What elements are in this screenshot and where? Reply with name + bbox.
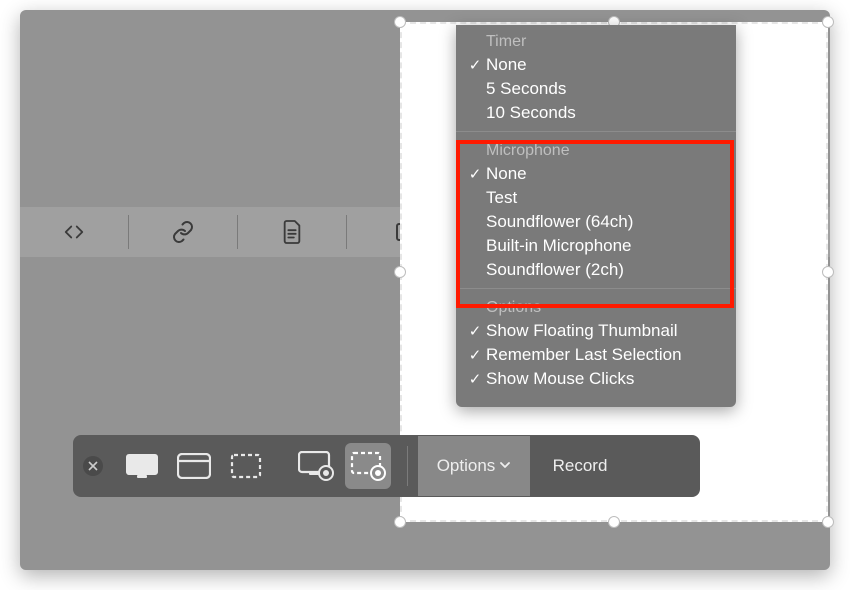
code-icon — [63, 221, 85, 243]
menu-section: Microphone✓NoneTestSoundflower (64ch)Bui… — [456, 131, 736, 288]
resize-handle[interactable] — [822, 16, 834, 28]
menu-item-label: Test — [484, 188, 517, 208]
menu-item[interactable]: Soundflower (2ch) — [456, 258, 736, 282]
options-label: Options — [437, 456, 496, 476]
menu-item[interactable]: ✓None — [456, 162, 736, 186]
record-selection-button[interactable] — [345, 443, 391, 489]
menu-item-label: Built-in Microphone — [484, 236, 632, 256]
resize-handle[interactable] — [394, 516, 406, 528]
checkmark-icon: ✓ — [466, 56, 484, 74]
menu-item-label: Soundflower (64ch) — [484, 212, 633, 232]
menu-item[interactable]: ✓Show Mouse Clicks — [456, 367, 736, 391]
resize-handle[interactable] — [394, 266, 406, 278]
checkmark-icon: ✓ — [466, 165, 484, 183]
checkmark-icon: ✓ — [466, 346, 484, 364]
page-tool-icons — [20, 207, 465, 257]
capture-selection-button[interactable] — [223, 443, 269, 489]
menu-item[interactable]: Built-in Microphone — [456, 234, 736, 258]
menu-item[interactable]: ✓Remember Last Selection — [456, 343, 736, 367]
capture-entire-screen-button[interactable] — [119, 443, 165, 489]
code-button[interactable] — [20, 221, 128, 243]
capture-window-button[interactable] — [171, 443, 217, 489]
close-icon — [88, 461, 98, 471]
menu-section: Options✓Show Floating Thumbnail✓Remember… — [456, 288, 736, 397]
screen-record-icon — [298, 451, 334, 481]
menu-item[interactable]: Test — [456, 186, 736, 210]
options-button[interactable]: Options — [418, 436, 530, 496]
menu-item-label: 5 Seconds — [484, 79, 566, 99]
menu-header: Options — [456, 299, 736, 319]
screen-icon — [125, 453, 159, 479]
selection-icon — [230, 453, 262, 479]
record-label: Record — [553, 456, 608, 476]
resize-handle[interactable] — [394, 16, 406, 28]
menu-item[interactable]: ✓None — [456, 53, 736, 77]
menu-item-label: Soundflower (2ch) — [484, 260, 624, 280]
checkmark-icon: ✓ — [466, 322, 484, 340]
options-menu: Timer✓None5 Seconds10 SecondsMicrophone✓… — [456, 25, 736, 407]
document-icon — [281, 219, 303, 245]
resize-handle[interactable] — [608, 516, 620, 528]
menu-item[interactable]: 10 Seconds — [456, 101, 736, 125]
menu-item-label: Remember Last Selection — [484, 345, 682, 365]
separator-icon — [407, 446, 408, 486]
resize-handle[interactable] — [822, 266, 834, 278]
window-icon — [177, 453, 211, 479]
link-button[interactable] — [129, 220, 237, 244]
menu-item-label: 10 Seconds — [484, 103, 576, 123]
menu-item-label: None — [484, 164, 527, 184]
menu-item[interactable]: ✓Show Floating Thumbnail — [456, 319, 736, 343]
selection-record-icon — [350, 451, 386, 481]
screenshot-toolbar: Options Record — [73, 435, 700, 497]
resize-handle[interactable] — [822, 516, 834, 528]
link-icon — [171, 220, 195, 244]
close-button[interactable] — [83, 456, 103, 476]
menu-item[interactable]: Soundflower (64ch) — [456, 210, 736, 234]
menu-section: Timer✓None5 Seconds10 Seconds — [456, 33, 736, 131]
record-entire-screen-button[interactable] — [293, 443, 339, 489]
menu-item-label: Show Floating Thumbnail — [484, 321, 678, 341]
menu-header: Microphone — [456, 142, 736, 162]
document-button[interactable] — [238, 219, 346, 245]
menu-item[interactable]: 5 Seconds — [456, 77, 736, 101]
checkmark-icon: ✓ — [466, 370, 484, 388]
menu-header: Timer — [456, 33, 736, 53]
record-button[interactable]: Record — [530, 436, 630, 496]
menu-item-label: Show Mouse Clicks — [484, 369, 634, 389]
chevron-down-icon — [499, 456, 511, 476]
menu-item-label: None — [484, 55, 527, 75]
